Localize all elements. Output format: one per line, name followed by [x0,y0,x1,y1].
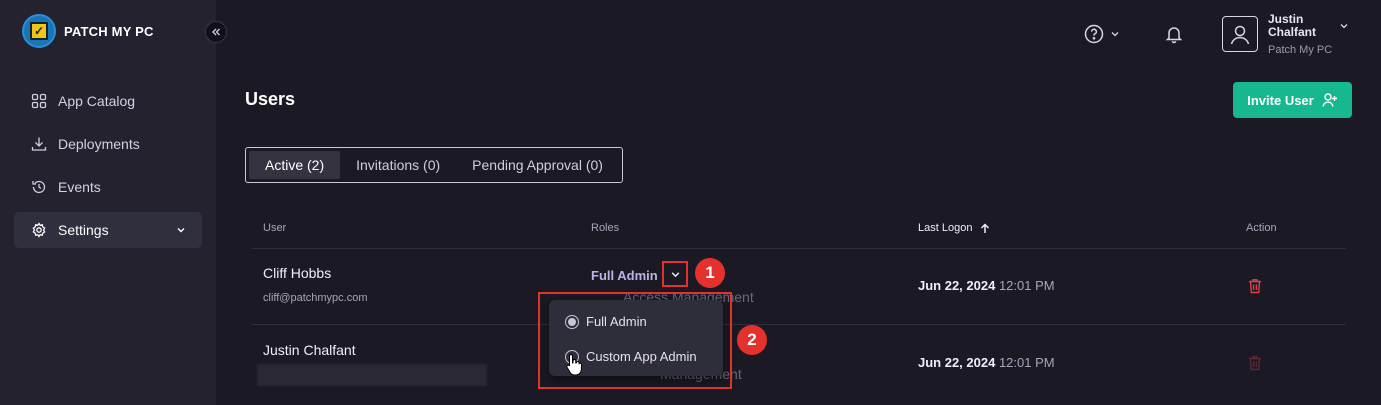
sort-ascending-icon [981,222,990,233]
sidebar-item-label: Deployments [58,136,140,152]
column-header-action: Action [1246,222,1277,234]
callout-badge-2: 2 [737,325,767,355]
logon-date: Jun 22, 2024 [918,355,996,370]
chevron-down-icon [176,222,186,238]
gear-icon [30,221,48,239]
hand-cursor-icon [566,353,583,382]
role-label: Full Admin [591,268,658,283]
tab-pending-approval[interactable]: Pending Approval (0) [456,151,619,179]
logon-date: Jun 22, 2024 [918,278,996,293]
delete-user-button[interactable] [1248,355,1262,376]
help-menu-button[interactable] [1084,24,1120,44]
invite-user-button[interactable]: Invite User [1233,82,1352,118]
callout-badge-1: 1 [695,258,725,288]
sidebar-item-label: App Catalog [58,93,136,109]
user-menu-chevron-icon[interactable] [1339,18,1349,36]
delete-user-button[interactable] [1248,278,1262,299]
sidebar-item-app-catalog[interactable]: App Catalog [14,83,202,119]
user-name-cell: Justin Chalfant [263,342,356,358]
user-tabs: Active (2) Invitations (0) Pending Appro… [245,147,623,183]
column-header-label: Last Logon [918,222,973,234]
tab-invitations[interactable]: Invitations (0) [340,151,456,179]
history-icon [30,178,48,196]
logon-time: 12:01 PM [998,355,1055,370]
user-plus-icon [1322,93,1337,107]
chevron-down-icon [1111,32,1119,37]
sidebar-item-events[interactable]: Events [14,169,202,205]
role-dropdown-button[interactable] [662,261,688,287]
logon-time: 12:01 PM [998,278,1055,293]
sidebar-item-settings[interactable]: Settings [14,212,202,248]
help-icon [1084,24,1104,44]
sidebar-nav: App Catalog Deployments Events Settings [14,83,202,255]
user-email-cell: cliff@patchmypc.com [263,292,368,304]
avatar[interactable] [1222,16,1258,52]
sidebar-item-deployments[interactable]: Deployments [14,126,202,162]
tab-active[interactable]: Active (2) [249,151,341,179]
sidebar: ✓ PATCH MY PC App Catalog Deployments Ev… [0,0,216,405]
brand-logo[interactable]: ✓ PATCH MY PC [22,14,154,48]
last-logon-cell: Jun 22, 2024 12:01 PM [918,355,1055,370]
page-title: Users [245,89,296,109]
column-header-user: User [263,222,287,234]
table-divider [252,248,1346,249]
user-icon [1230,25,1250,45]
redacted-email [257,364,487,386]
patch-my-pc-logo-icon: ✓ [22,14,56,48]
bell-icon [1165,27,1183,44]
user-org: Patch My PC [1268,44,1333,56]
last-logon-cell: Jun 22, 2024 12:01 PM [918,278,1055,293]
user-name-cell: Cliff Hobbs [263,265,332,281]
invite-user-label: Invite User [1247,92,1314,108]
collapse-sidebar-button[interactable] [205,21,227,43]
sidebar-item-label: Events [58,179,101,195]
double-chevron-left-icon [212,28,220,36]
column-header-roles: Roles [591,222,620,234]
grid-icon [30,92,48,110]
user-name[interactable]: Justin Chalfant [1268,13,1338,39]
table-divider [252,324,1346,325]
chevron-down-icon [671,271,679,277]
trash-icon [1249,356,1261,371]
download-icon [30,135,48,153]
trash-icon [1249,279,1261,294]
notifications-button[interactable] [1164,24,1184,49]
column-header-last-logon[interactable]: Last Logon [918,222,990,234]
sidebar-item-label: Settings [58,222,109,238]
brand-name: PATCH MY PC [64,23,154,39]
